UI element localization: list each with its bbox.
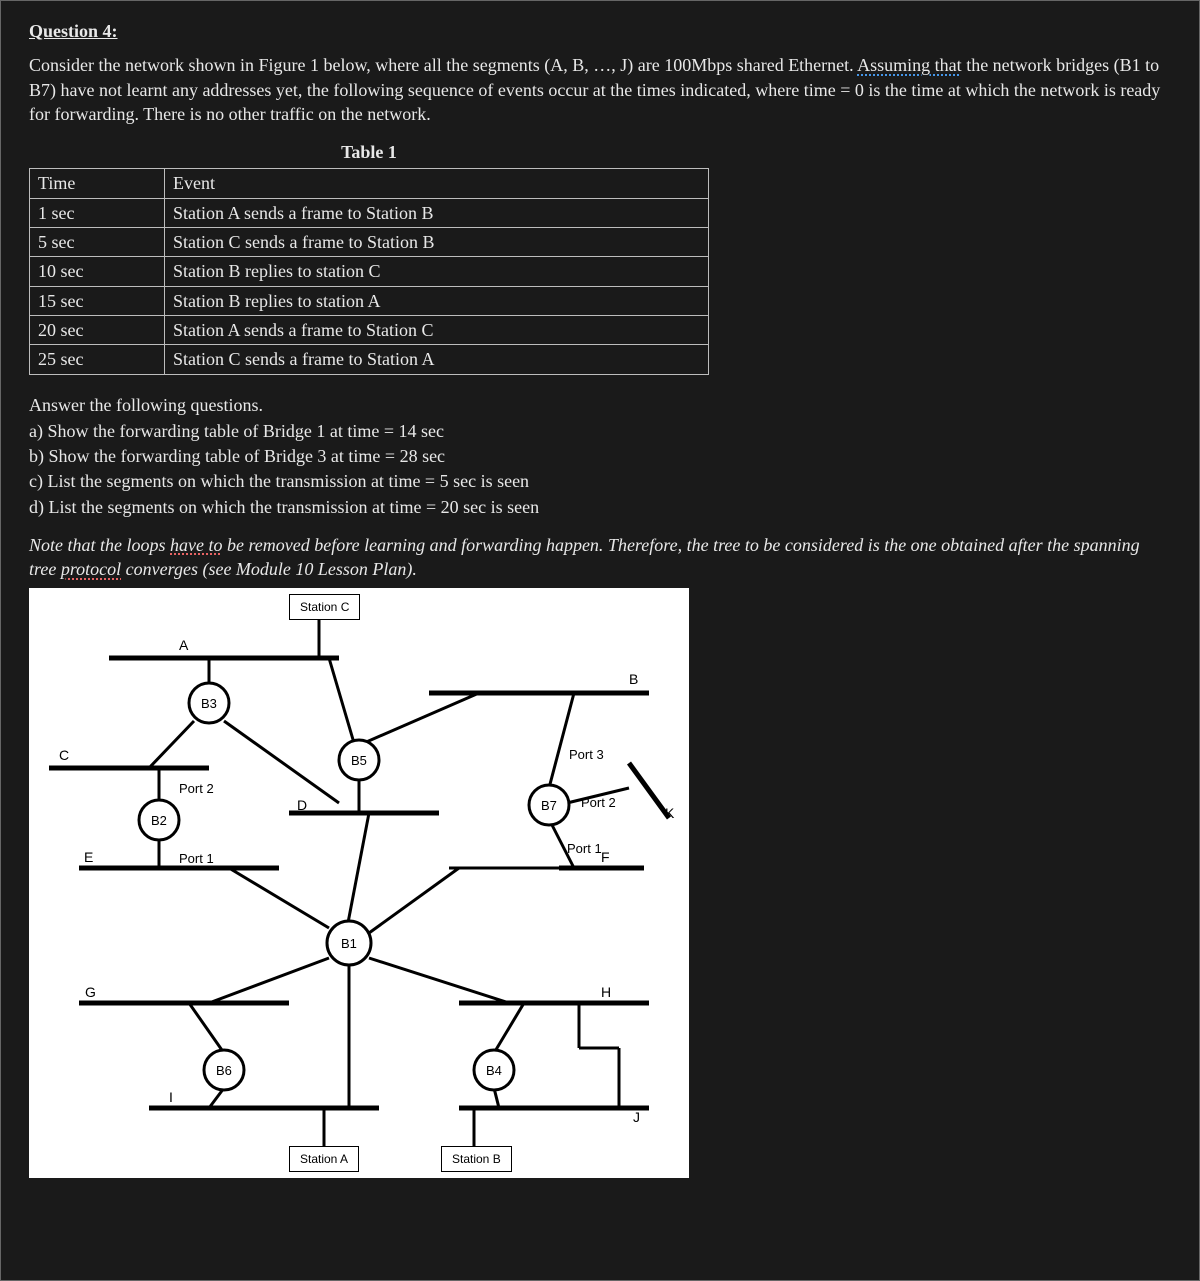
- cell-event: Station C sends a frame to Station A: [165, 345, 709, 374]
- seg-j: J: [633, 1108, 640, 1127]
- b7-port1: Port 1: [567, 840, 602, 858]
- table-row: 20 secStation A sends a frame to Station…: [30, 315, 709, 344]
- cell-time: 15 sec: [30, 286, 165, 315]
- cell-event: Station B replies to station C: [165, 257, 709, 286]
- seg-a: A: [179, 636, 188, 655]
- event-table: Time Event 1 secStation A sends a frame …: [29, 168, 709, 374]
- note-3: converges (see Module 10 Lesson Plan).: [121, 559, 417, 579]
- seg-d: D: [297, 796, 307, 815]
- table-header-row: Time Event: [30, 169, 709, 198]
- b7-port3: Port 3: [569, 746, 604, 764]
- question-intro: Consider the network shown in Figure 1 b…: [29, 53, 1171, 126]
- table-row: 5 secStation C sends a frame to Station …: [30, 228, 709, 257]
- seg-h: H: [601, 983, 611, 1002]
- cell-time: 20 sec: [30, 315, 165, 344]
- part-d: d) List the segments on which the transm…: [29, 495, 1171, 519]
- note-have: have to: [170, 535, 222, 555]
- answer-lead: Answer the following questions.: [29, 393, 1171, 417]
- network-figure: Station C Station A Station B B3 B5 B2 B…: [29, 588, 689, 1178]
- intro-text-1: Consider the network shown in Figure 1 b…: [29, 55, 857, 75]
- station-c-box: Station C: [289, 594, 360, 620]
- th-event: Event: [165, 169, 709, 198]
- station-b-box: Station B: [441, 1146, 512, 1172]
- table-row: 25 secStation C sends a frame to Station…: [30, 345, 709, 374]
- seg-i: I: [169, 1088, 173, 1107]
- seg-f: F: [601, 848, 610, 867]
- note-proto: protocol: [61, 559, 121, 579]
- b7-label: B7: [541, 797, 557, 815]
- cell-event: Station B replies to station A: [165, 286, 709, 315]
- question-parts: a) Show the forwarding table of Bridge 1…: [29, 419, 1171, 519]
- b1-label: B1: [341, 935, 357, 953]
- b7-port2: Port 2: [581, 794, 616, 812]
- table-row: 10 secStation B replies to station C: [30, 257, 709, 286]
- b5-label: B5: [351, 752, 367, 770]
- cell-time: 25 sec: [30, 345, 165, 374]
- part-b: b) Show the forwarding table of Bridge 3…: [29, 444, 1171, 468]
- table-row: 1 secStation A sends a frame to Station …: [30, 198, 709, 227]
- b2-port1: Port 1: [179, 850, 214, 868]
- cell-time: 10 sec: [30, 257, 165, 286]
- table-row: 15 secStation B replies to station A: [30, 286, 709, 315]
- cell-time: 5 sec: [30, 228, 165, 257]
- intro-assuming: Assuming that: [857, 55, 962, 75]
- cell-event: Station A sends a frame to Station B: [165, 198, 709, 227]
- seg-e: E: [84, 848, 93, 867]
- b6-label: B6: [216, 1062, 232, 1080]
- station-a-box: Station A: [289, 1146, 359, 1172]
- seg-k: K: [665, 804, 674, 823]
- seg-g: G: [85, 983, 96, 1002]
- part-a: a) Show the forwarding table of Bridge 1…: [29, 419, 1171, 443]
- cell-event: Station C sends a frame to Station B: [165, 228, 709, 257]
- b2-label: B2: [151, 812, 167, 830]
- table-caption: Table 1: [29, 140, 709, 164]
- question-title: Question 4:: [29, 19, 1171, 43]
- b2-port2: Port 2: [179, 780, 214, 798]
- th-time: Time: [30, 169, 165, 198]
- note-1: Note that the loops: [29, 535, 170, 555]
- cell-event: Station A sends a frame to Station C: [165, 315, 709, 344]
- question-note: Note that the loops have to be removed b…: [29, 533, 1171, 582]
- part-c: c) List the segments on which the transm…: [29, 469, 1171, 493]
- b3-label: B3: [201, 695, 217, 713]
- cell-time: 1 sec: [30, 198, 165, 227]
- b4-label: B4: [486, 1062, 502, 1080]
- seg-b: B: [629, 670, 638, 689]
- seg-c: C: [59, 746, 69, 765]
